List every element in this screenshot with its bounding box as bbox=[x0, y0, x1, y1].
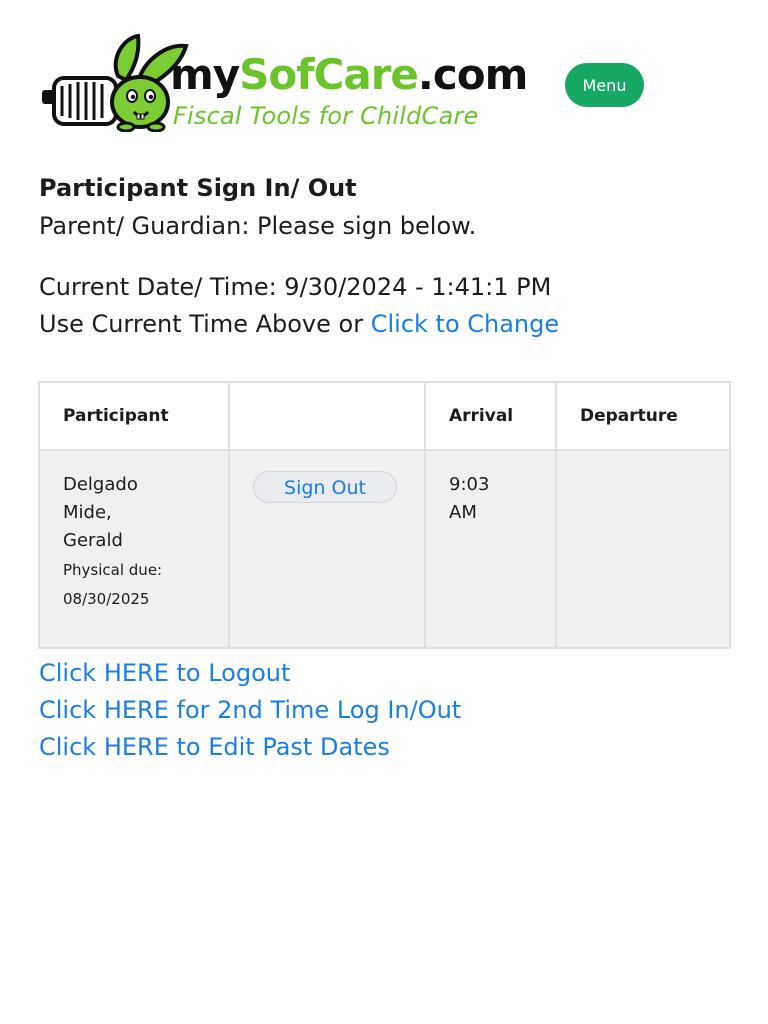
wordmark-my: my bbox=[170, 50, 240, 99]
footer-links: Click HERE to Logout Click HERE for 2nd … bbox=[39, 655, 461, 766]
column-header-participant: Participant bbox=[38, 381, 230, 451]
datetime-value: 9/30/2024 - 1:41:1 PM bbox=[284, 273, 552, 301]
column-header-arrival: Arrival bbox=[424, 381, 557, 451]
current-datetime: Current Date/ Time: 9/30/2024 - 1:41:1 P… bbox=[39, 273, 551, 301]
datetime-label: Current Date/ Time: bbox=[39, 273, 285, 301]
header: mySofCare.com Fiscal Tools for ChildCare… bbox=[40, 30, 660, 140]
menu-button[interactable]: Menu bbox=[565, 63, 644, 107]
table-row: Delgado Mide, Gerald Physical due: 08/30… bbox=[38, 449, 731, 649]
wordmark-tld: .com bbox=[417, 50, 528, 99]
edit-past-dates-link[interactable]: Click HERE to Edit Past Dates bbox=[39, 729, 461, 766]
logo-tagline: Fiscal Tools for ChildCare bbox=[173, 102, 479, 130]
logo-wordmark: mySofCare.com bbox=[170, 50, 528, 99]
instructions-text: Parent/ Guardian: Please sign below. bbox=[39, 212, 477, 240]
column-header-departure: Departure bbox=[555, 381, 731, 451]
logout-link[interactable]: Click HERE to Logout bbox=[39, 655, 461, 692]
bunny-mascot-icon bbox=[42, 33, 189, 132]
wordmark-brand: SofCare bbox=[239, 50, 419, 99]
sign-in-out-page: mySofCare.com Fiscal Tools for ChildCare… bbox=[0, 0, 768, 1024]
physical-due-label: Physical due: bbox=[63, 561, 163, 579]
arrival-time: 9:03 AM bbox=[449, 474, 490, 523]
participants-table: Participant Arrival Departure Delgado Mi… bbox=[38, 381, 731, 649]
column-header-action bbox=[228, 381, 426, 451]
participants-table-wrap: Participant Arrival Departure Delgado Mi… bbox=[38, 381, 731, 649]
physical-due-date: 08/30/2025 bbox=[63, 590, 150, 608]
use-time-line: Use Current Time Above or Click to Chang… bbox=[39, 310, 559, 338]
page-title: Participant Sign In/ Out bbox=[39, 174, 357, 202]
participant-name: Delgado Mide, Gerald bbox=[63, 474, 138, 551]
change-time-link[interactable]: Click to Change bbox=[371, 310, 559, 338]
departure-cell bbox=[555, 449, 731, 649]
sign-out-button[interactable]: Sign Out bbox=[253, 471, 397, 503]
arrival-cell: 9:03 AM bbox=[424, 449, 557, 649]
use-time-text: Use Current Time Above or bbox=[39, 310, 371, 338]
second-time-log-link[interactable]: Click HERE for 2nd Time Log In/Out bbox=[39, 692, 461, 729]
mysofcare-logo[interactable]: mySofCare.com Fiscal Tools for ChildCare bbox=[40, 30, 560, 140]
participant-cell: Delgado Mide, Gerald Physical due: 08/30… bbox=[38, 449, 230, 649]
action-cell: Sign Out bbox=[228, 449, 426, 649]
table-header-row: Participant Arrival Departure bbox=[38, 381, 731, 451]
